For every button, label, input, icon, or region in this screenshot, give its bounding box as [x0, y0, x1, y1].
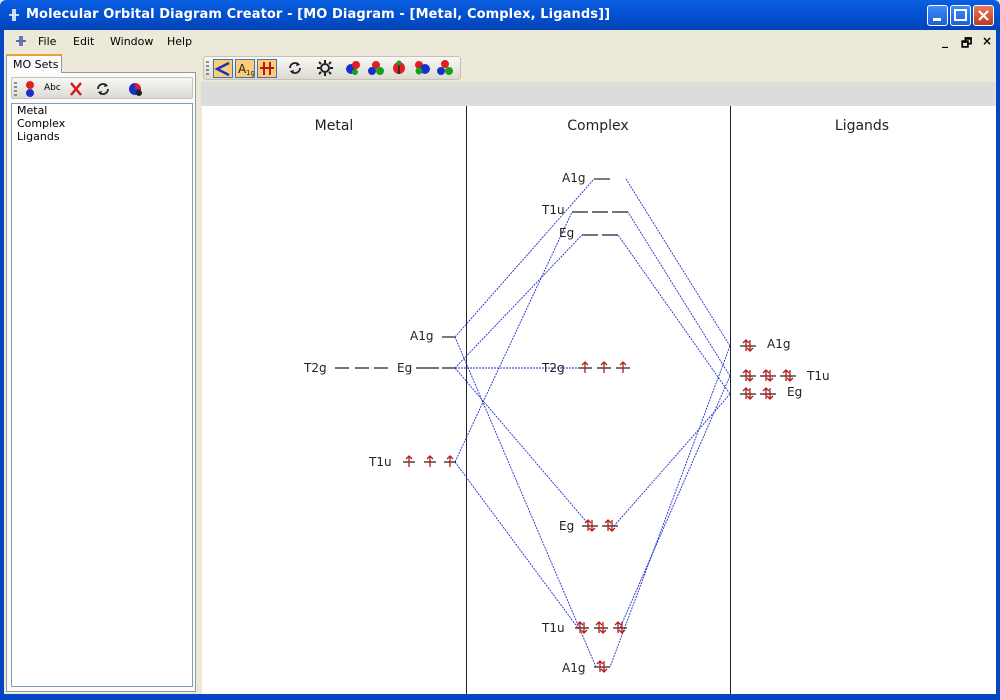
delete-icon[interactable]: [68, 80, 84, 101]
tab-mo-sets[interactable]: MO Sets: [6, 54, 62, 73]
color-label-icon[interactable]: [367, 59, 387, 78]
mo-sets-toolbar: Abc: [11, 77, 193, 99]
metal-level-label-a1g: A1g: [410, 329, 434, 343]
mo-diagram-canvas[interactable]: Metal Complex Ligands A1g T2g Eg T1u A1g…: [202, 106, 996, 694]
ligand-level-label-eg: Eg: [787, 385, 803, 399]
close-button[interactable]: [973, 5, 994, 26]
ligand-level-label-a1g: A1g: [767, 337, 791, 351]
color-balls-icon[interactable]: [436, 59, 456, 78]
complex-level-label-eg-top: Eg: [559, 226, 575, 240]
mo-sets-list[interactable]: Metal Complex Ligands: [11, 103, 193, 687]
color-ladybug-icon[interactable]: [390, 59, 410, 78]
menu-window[interactable]: Window: [110, 35, 153, 48]
complex-level-label-t1u-bottom: T1u: [542, 621, 565, 635]
list-item-metal[interactable]: Metal: [12, 104, 192, 117]
settings-icon[interactable]: [316, 59, 336, 78]
complex-levels: [572, 178, 630, 668]
color-abc-icon[interactable]: [413, 59, 433, 78]
window-border-right: [996, 30, 1000, 694]
svg-text:1g: 1g: [246, 69, 254, 77]
app-orbital-icon: [6, 6, 22, 24]
window-title: Molecular Orbital Diagram Creator - [MO …: [26, 7, 611, 22]
complex-level-label-t2g: T2g: [542, 361, 565, 375]
complex-level-label-a1g-bottom: A1g: [562, 661, 586, 675]
toolbar-grip[interactable]: [14, 82, 17, 96]
maximize-button[interactable]: [950, 5, 971, 26]
window-border-bottom: [0, 694, 1000, 700]
menu-help[interactable]: Help: [167, 35, 192, 48]
diagram-panel: A 1g Metal Complex Ligands A1g T2g Eg T1…: [200, 52, 996, 694]
connector-lines: [454, 178, 731, 668]
color-icon[interactable]: [126, 80, 144, 101]
mo-sets-tab-body: Abc Metal Complex Ligands: [6, 72, 196, 692]
color-red-icon[interactable]: [344, 59, 364, 78]
mdi-minimize-button[interactable]: _: [942, 34, 948, 48]
mo-diagram-lines: [335, 178, 796, 673]
complex-level-label-t1u-top: T1u: [542, 203, 565, 217]
label-a1g-icon[interactable]: A 1g: [235, 59, 255, 78]
add-orbital-icon[interactable]: [22, 80, 38, 101]
metal-level-label-eg: Eg: [397, 361, 413, 375]
electrons-icon[interactable]: [257, 59, 277, 78]
complex-level-label-a1g-top: A1g: [562, 171, 586, 185]
mdi-child-icon[interactable]: [14, 34, 30, 51]
metal-level-label-t1u: T1u: [369, 455, 392, 469]
menu-edit[interactable]: Edit: [73, 35, 94, 48]
list-item-ligands[interactable]: Ligands: [12, 130, 192, 143]
connect-lines-icon[interactable]: [213, 59, 233, 78]
menu-file[interactable]: File: [38, 35, 56, 48]
mo-sets-panel: Abc Metal Complex Ligands MO Sets: [4, 52, 198, 694]
menu-bar: File Edit Window Help _ 🗗 ×: [4, 30, 996, 52]
list-item-complex[interactable]: Complex: [12, 117, 192, 130]
label-abc-icon[interactable]: Abc: [44, 83, 61, 93]
complex-level-label-eg-bottom: Eg: [559, 519, 575, 533]
diagram-toolbar: A 1g: [201, 55, 995, 81]
minimize-button[interactable]: [927, 5, 948, 26]
diagram-header-strip: [201, 82, 995, 106]
title-bar: Molecular Orbital Diagram Creator - [MO …: [0, 0, 1000, 30]
refresh-icon[interactable]: [94, 80, 112, 101]
mdi-close-button[interactable]: ×: [982, 34, 992, 48]
toolbar-grip[interactable]: [206, 61, 209, 75]
refresh-icon[interactable]: [286, 59, 306, 78]
ligand-level-label-t1u: T1u: [807, 369, 830, 383]
metal-level-label-t2g: T2g: [304, 361, 327, 375]
metal-levels: [335, 336, 456, 463]
